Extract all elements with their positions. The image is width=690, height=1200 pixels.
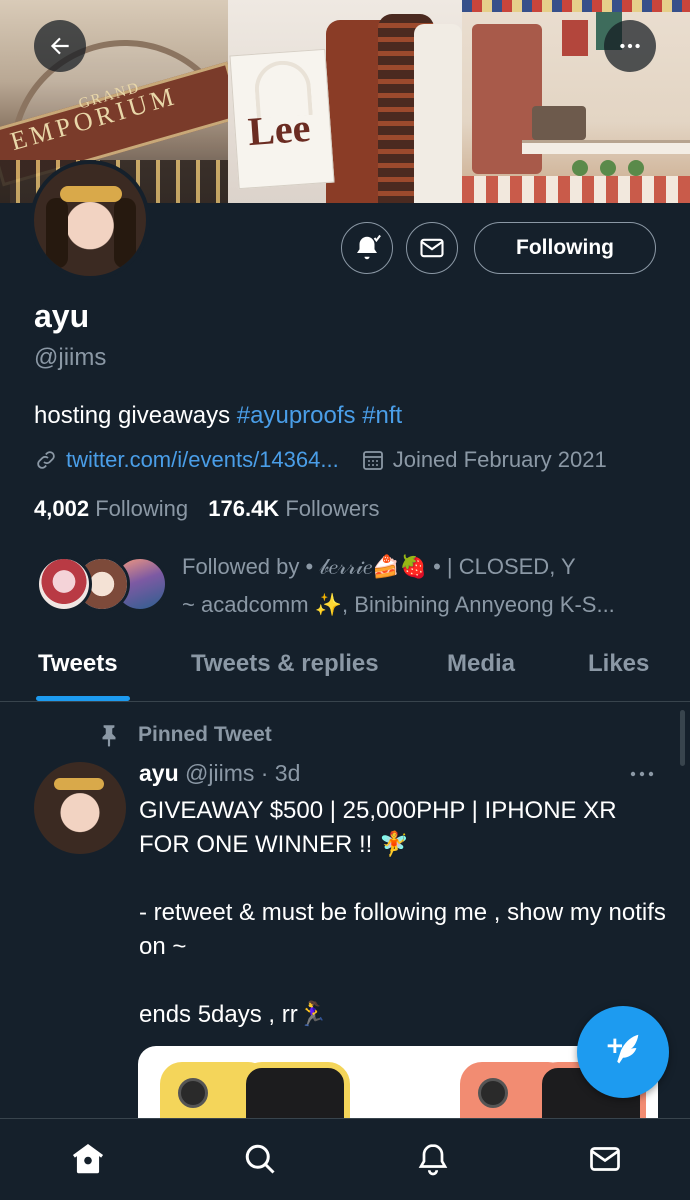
avatar-hair	[114, 198, 136, 268]
profile-name: ayu	[34, 298, 90, 334]
profile-avatar[interactable]	[30, 160, 150, 280]
phone-camera	[178, 1078, 208, 1108]
profile-bio: hosting giveaways #ayuproofs #nft	[34, 402, 402, 430]
profile-handle: @jiims	[34, 344, 107, 371]
compose-tweet-button[interactable]	[577, 1006, 669, 1098]
bio-hashtags[interactable]: #ayuproofs #nft	[237, 402, 402, 429]
followers-stat[interactable]: 176.4K Followers	[208, 496, 379, 521]
avatar	[36, 556, 92, 612]
more-horizontal-icon	[630, 771, 654, 777]
back-button[interactable]	[34, 20, 86, 72]
search-icon	[245, 1144, 275, 1174]
avatar-hair	[46, 198, 68, 268]
tweet-text-line: GIVEAWAY $500 | 25,000PHP | IPHONE XR FO…	[139, 797, 617, 858]
tab-tweets[interactable]: Tweets	[38, 650, 118, 678]
profile-link[interactable]: twitter.com/i/events/14364...	[66, 447, 339, 473]
tweet-author-meta: @jiims · 3d	[185, 760, 301, 786]
banner-photo-clothes: Lee	[228, 0, 462, 203]
phone-camera	[478, 1078, 508, 1108]
profile-stats: 4,002 Following 176.4K Followers	[34, 496, 379, 522]
followed-by-avatars[interactable]	[36, 556, 168, 614]
tweet-more-button[interactable]	[628, 764, 656, 789]
joined-date: Joined February 2021	[392, 447, 607, 472]
tweet-text-line: - retweet & must be following me , show …	[139, 899, 666, 960]
profile-meta: twitter.com/i/events/14364... Joined Feb…	[34, 447, 607, 473]
tweet-body[interactable]: GIVEAWAY $500 | 25,000PHP | IPHONE XR FO…	[139, 794, 669, 1032]
scrollbar[interactable]	[680, 710, 685, 766]
followed-by-line: ~ acadcomm ✨, Binibining Annyeong K-S...	[182, 592, 615, 617]
back-arrow-icon	[50, 37, 69, 55]
followers-count: 176.4K	[208, 496, 280, 521]
media-phone	[240, 1062, 350, 1126]
banner-photo-kitchen	[462, 0, 690, 203]
followers-label: Followers	[285, 496, 380, 521]
banner-shelf	[522, 140, 690, 154]
envelope-icon	[420, 238, 444, 258]
nav-notifications[interactable]	[413, 1139, 453, 1179]
bio-text: hosting giveaways	[34, 402, 237, 429]
avatar-headband	[60, 186, 122, 202]
banner-plant	[572, 160, 588, 176]
nav-messages[interactable]	[585, 1139, 625, 1179]
tab-tweets-replies[interactable]: Tweets & replies	[191, 650, 379, 678]
more-options-button[interactable]	[604, 20, 656, 72]
avatar-headband	[54, 778, 104, 790]
banner-oven	[532, 106, 586, 140]
tweet-header: ayu @jiims · 3d	[139, 760, 300, 787]
nav-home[interactable]	[68, 1139, 108, 1179]
followed-by-text[interactable]: Followed by • 𝒷𝑒𝓇𝓇𝒾𝑒🍰🍓 • | CLOSED, Y ~ a…	[182, 548, 662, 624]
banner-coat	[414, 24, 462, 203]
tweet-author-name[interactable]: ayu	[139, 760, 179, 786]
banner-bunting	[462, 0, 690, 12]
following-stat[interactable]: 4,002 Following	[34, 496, 188, 521]
profile-tabs: Tweets Tweets & replies Media Likes	[0, 640, 690, 702]
active-tab-indicator	[36, 696, 130, 701]
tab-media[interactable]: Media	[447, 650, 515, 678]
following-count: 4,002	[34, 496, 90, 521]
bottom-navigation	[0, 1118, 690, 1200]
home-icon	[72, 1143, 104, 1174]
compose-tweet-icon	[607, 1034, 639, 1064]
mail-icon	[590, 1147, 620, 1171]
pinned-tweet-label: Pinned Tweet	[96, 722, 272, 748]
more-horizontal-icon	[620, 43, 640, 49]
following-label: Following	[95, 496, 189, 521]
link-icon	[37, 451, 55, 469]
pin-icon	[102, 725, 116, 747]
banner-poster	[562, 20, 588, 56]
pinned-text: Pinned Tweet	[138, 723, 272, 746]
followed-by-line: Followed by • 𝒷𝑒𝓇𝓇𝒾𝑒🍰🍓 • | CLOSED, Y	[182, 554, 576, 579]
tab-likes[interactable]: Likes	[588, 650, 649, 678]
message-button[interactable]	[406, 222, 458, 274]
bell-icon	[418, 1144, 448, 1176]
nav-search[interactable]	[240, 1139, 280, 1179]
notifications-toggle-button[interactable]	[341, 222, 393, 274]
following-button[interactable]: Following	[474, 222, 656, 274]
calendar-icon	[362, 451, 383, 470]
bell-check-icon	[357, 234, 381, 260]
banner-plant	[628, 160, 644, 176]
banner-plant	[600, 160, 616, 176]
banner-bag-logo: Lee	[246, 104, 312, 155]
banner-floor	[462, 176, 690, 203]
tweet-author-avatar[interactable]	[34, 762, 126, 854]
